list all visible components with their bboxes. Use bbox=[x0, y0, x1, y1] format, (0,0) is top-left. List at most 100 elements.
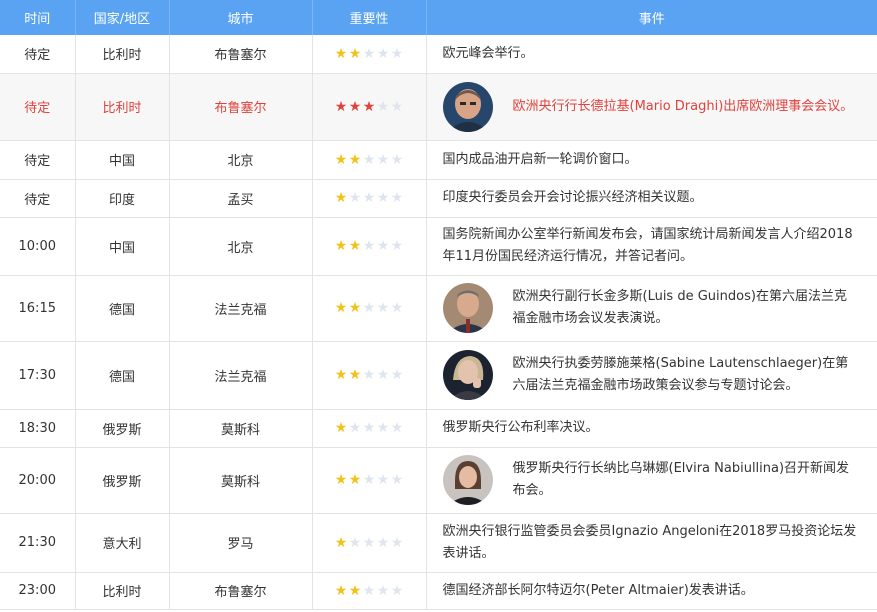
importance-stars: ★★★★★ bbox=[334, 472, 404, 488]
importance-stars: ★★★★★ bbox=[334, 99, 404, 115]
star-empty-icon: ★ bbox=[348, 534, 362, 551]
table-row[interactable]: 21:30 意大利 罗马 ★★★★★ 欧洲央行银行监管委员会委员Ignazio Ange… bbox=[0, 513, 877, 573]
table-row[interactable]: 待定 比利时 布鲁塞尔 ★★★★★ 欧洲央行行长德拉基(Mario Draghi)出席欧… bbox=[0, 73, 877, 141]
star-empty-icon: ★ bbox=[376, 238, 390, 254]
star-filled-icon: ★ bbox=[334, 238, 348, 254]
table-row[interactable]: 待定 比利时 布鲁塞尔 ★★★★★ 欧元峰会举行。 bbox=[0, 35, 877, 74]
star-empty-icon: ★ bbox=[362, 367, 376, 383]
cell-time: 待定 bbox=[0, 179, 76, 218]
star-filled-icon: ★ bbox=[348, 582, 362, 599]
cell-time: 待定 bbox=[0, 35, 76, 74]
cell-city: 莫斯科 bbox=[169, 447, 313, 514]
star-empty-icon: ★ bbox=[390, 367, 404, 383]
header-country[interactable]: 国家/地区 bbox=[75, 0, 170, 35]
star-empty-icon: ★ bbox=[362, 151, 376, 168]
table-row[interactable]: 16:15 德国 法兰克福 ★★★★★ 欧洲央行副行长金多斯(Luis de Guind… bbox=[0, 275, 877, 342]
event-text: 德国经济部长阿尔特迈尔(Peter Altmaier)发表讲话。 bbox=[442, 582, 754, 598]
cell-time: 待定 bbox=[0, 73, 76, 141]
star-empty-icon: ★ bbox=[362, 45, 376, 62]
star-empty-icon: ★ bbox=[390, 190, 404, 206]
star-filled-icon: ★ bbox=[348, 367, 362, 383]
cell-country: 俄罗斯 bbox=[75, 447, 170, 514]
cell-importance: ★★★★★ bbox=[312, 513, 427, 573]
star-empty-icon: ★ bbox=[390, 472, 404, 488]
star-filled-icon: ★ bbox=[334, 45, 348, 62]
cell-importance: ★★★★★ bbox=[312, 572, 427, 610]
star-empty-icon: ★ bbox=[362, 582, 376, 599]
star-filled-icon: ★ bbox=[334, 151, 348, 168]
star-empty-icon: ★ bbox=[376, 472, 390, 488]
event-text: 国务院新闻办公室举行新闻发布会，请国家统计局新闻发言人介绍2018年11月份国民… bbox=[442, 227, 853, 264]
cell-country: 比利时 bbox=[75, 35, 170, 74]
header-event[interactable]: 事件 bbox=[426, 0, 877, 35]
cell-time: 20:00 bbox=[0, 447, 76, 514]
importance-stars: ★★★★★ bbox=[334, 152, 404, 168]
cell-city: 布鲁塞尔 bbox=[169, 35, 313, 74]
star-empty-icon: ★ bbox=[390, 98, 404, 115]
importance-stars: ★★★★★ bbox=[334, 535, 404, 551]
star-empty-icon: ★ bbox=[376, 420, 390, 436]
avatar bbox=[442, 283, 493, 333]
table-row[interactable]: 10:00 中国 北京 ★★★★★ 国务院新闻办公室举行新闻发布会，请国家统计局新闻发言… bbox=[0, 217, 877, 276]
importance-stars: ★★★★★ bbox=[334, 46, 404, 62]
avatar bbox=[442, 455, 493, 505]
cell-importance: ★★★★★ bbox=[312, 341, 427, 410]
event-text: 欧元峰会举行。 bbox=[442, 45, 534, 61]
table-row[interactable]: 17:30 德国 法兰克福 ★★★★★ 欧洲央行执委劳滕施莱格(Sabine Laute… bbox=[0, 341, 877, 410]
cell-city: 罗马 bbox=[169, 513, 313, 573]
table-header-row: 时间 国家/地区 城市 重要性 事件 bbox=[0, 0, 877, 35]
economic-calendar-table: 时间 国家/地区 城市 重要性 事件 待定 比利时 布鲁塞尔 ★★★★★ 欧元峰会举行。… bbox=[0, 0, 877, 610]
star-empty-icon: ★ bbox=[390, 300, 404, 316]
header-city[interactable]: 城市 bbox=[169, 0, 313, 35]
star-filled-icon: ★ bbox=[334, 367, 348, 383]
importance-stars: ★★★★★ bbox=[334, 300, 404, 316]
cell-city: 法兰克福 bbox=[169, 275, 313, 342]
star-empty-icon: ★ bbox=[362, 238, 376, 254]
cell-event: 俄罗斯央行行长纳比乌琳娜(Elvira Nabiullina)召开新闻发布会。 bbox=[426, 447, 877, 514]
star-empty-icon: ★ bbox=[376, 45, 390, 62]
table-row[interactable]: 待定 印度 孟买 ★★★★★ 印度央行委员会开会讨论振兴经济相关议题。 bbox=[0, 179, 877, 218]
event-text: 俄罗斯央行行长纳比乌琳娜(Elvira Nabiullina)召开新闻发布会。 bbox=[512, 461, 850, 498]
star-empty-icon: ★ bbox=[390, 534, 404, 551]
cell-event: 德国经济部长阿尔特迈尔(Peter Altmaier)发表讲话。 bbox=[426, 572, 877, 610]
cell-importance: ★★★★★ bbox=[312, 179, 427, 218]
star-empty-icon: ★ bbox=[376, 534, 390, 551]
star-empty-icon: ★ bbox=[362, 534, 376, 551]
cell-country: 比利时 bbox=[75, 73, 170, 141]
cell-importance: ★★★★★ bbox=[312, 275, 427, 342]
cell-time: 23:00 bbox=[0, 572, 76, 610]
star-filled-icon: ★ bbox=[334, 300, 348, 316]
table-row[interactable]: 23:00 比利时 布鲁塞尔 ★★★★★ 德国经济部长阿尔特迈尔(Peter Altma… bbox=[0, 572, 877, 610]
table-row[interactable]: 待定 中国 北京 ★★★★★ 国内成品油开启新一轮调价窗口。 bbox=[0, 140, 877, 180]
event-text: 俄罗斯央行公布利率决议。 bbox=[442, 420, 599, 435]
cell-country: 德国 bbox=[75, 275, 170, 342]
star-filled-icon: ★ bbox=[334, 534, 348, 551]
star-filled-icon: ★ bbox=[334, 472, 348, 488]
star-empty-icon: ★ bbox=[376, 300, 390, 316]
star-empty-icon: ★ bbox=[362, 472, 376, 488]
header-time[interactable]: 时间 bbox=[0, 0, 76, 35]
star-filled-icon: ★ bbox=[348, 45, 362, 62]
star-empty-icon: ★ bbox=[362, 420, 376, 436]
cell-time: 10:00 bbox=[0, 217, 76, 276]
table-row[interactable]: 20:00 俄罗斯 莫斯科 ★★★★★ 俄罗斯央行行长纳比乌琳娜(Elvira Nabi… bbox=[0, 447, 877, 514]
event-text: 欧洲央行执委劳滕施莱格(Sabine Lautenschlaeger)在第六届法… bbox=[512, 356, 849, 393]
star-empty-icon: ★ bbox=[376, 367, 390, 383]
table-row[interactable]: 18:30 俄罗斯 莫斯科 ★★★★★ 俄罗斯央行公布利率决议。 bbox=[0, 409, 877, 448]
cell-importance: ★★★★★ bbox=[312, 409, 427, 448]
star-empty-icon: ★ bbox=[390, 45, 404, 62]
star-empty-icon: ★ bbox=[390, 151, 404, 168]
cell-country: 中国 bbox=[75, 217, 170, 276]
cell-city: 北京 bbox=[169, 217, 313, 276]
cell-event: 欧洲央行副行长金多斯(Luis de Guindos)在第六届法兰克福金融市场会… bbox=[426, 275, 877, 342]
importance-stars: ★★★★★ bbox=[334, 367, 404, 383]
header-importance[interactable]: 重要性 bbox=[312, 0, 427, 35]
event-text: 欧洲央行银行监管委员会委员Ignazio Angeloni在2018罗马投资论坛… bbox=[442, 523, 857, 561]
star-filled-icon: ★ bbox=[334, 98, 348, 115]
avatar bbox=[442, 81, 493, 132]
cell-city: 北京 bbox=[169, 140, 313, 180]
star-empty-icon: ★ bbox=[362, 300, 376, 316]
cell-importance: ★★★★★ bbox=[312, 140, 427, 180]
cell-importance: ★★★★★ bbox=[312, 35, 427, 74]
star-empty-icon: ★ bbox=[376, 151, 390, 168]
